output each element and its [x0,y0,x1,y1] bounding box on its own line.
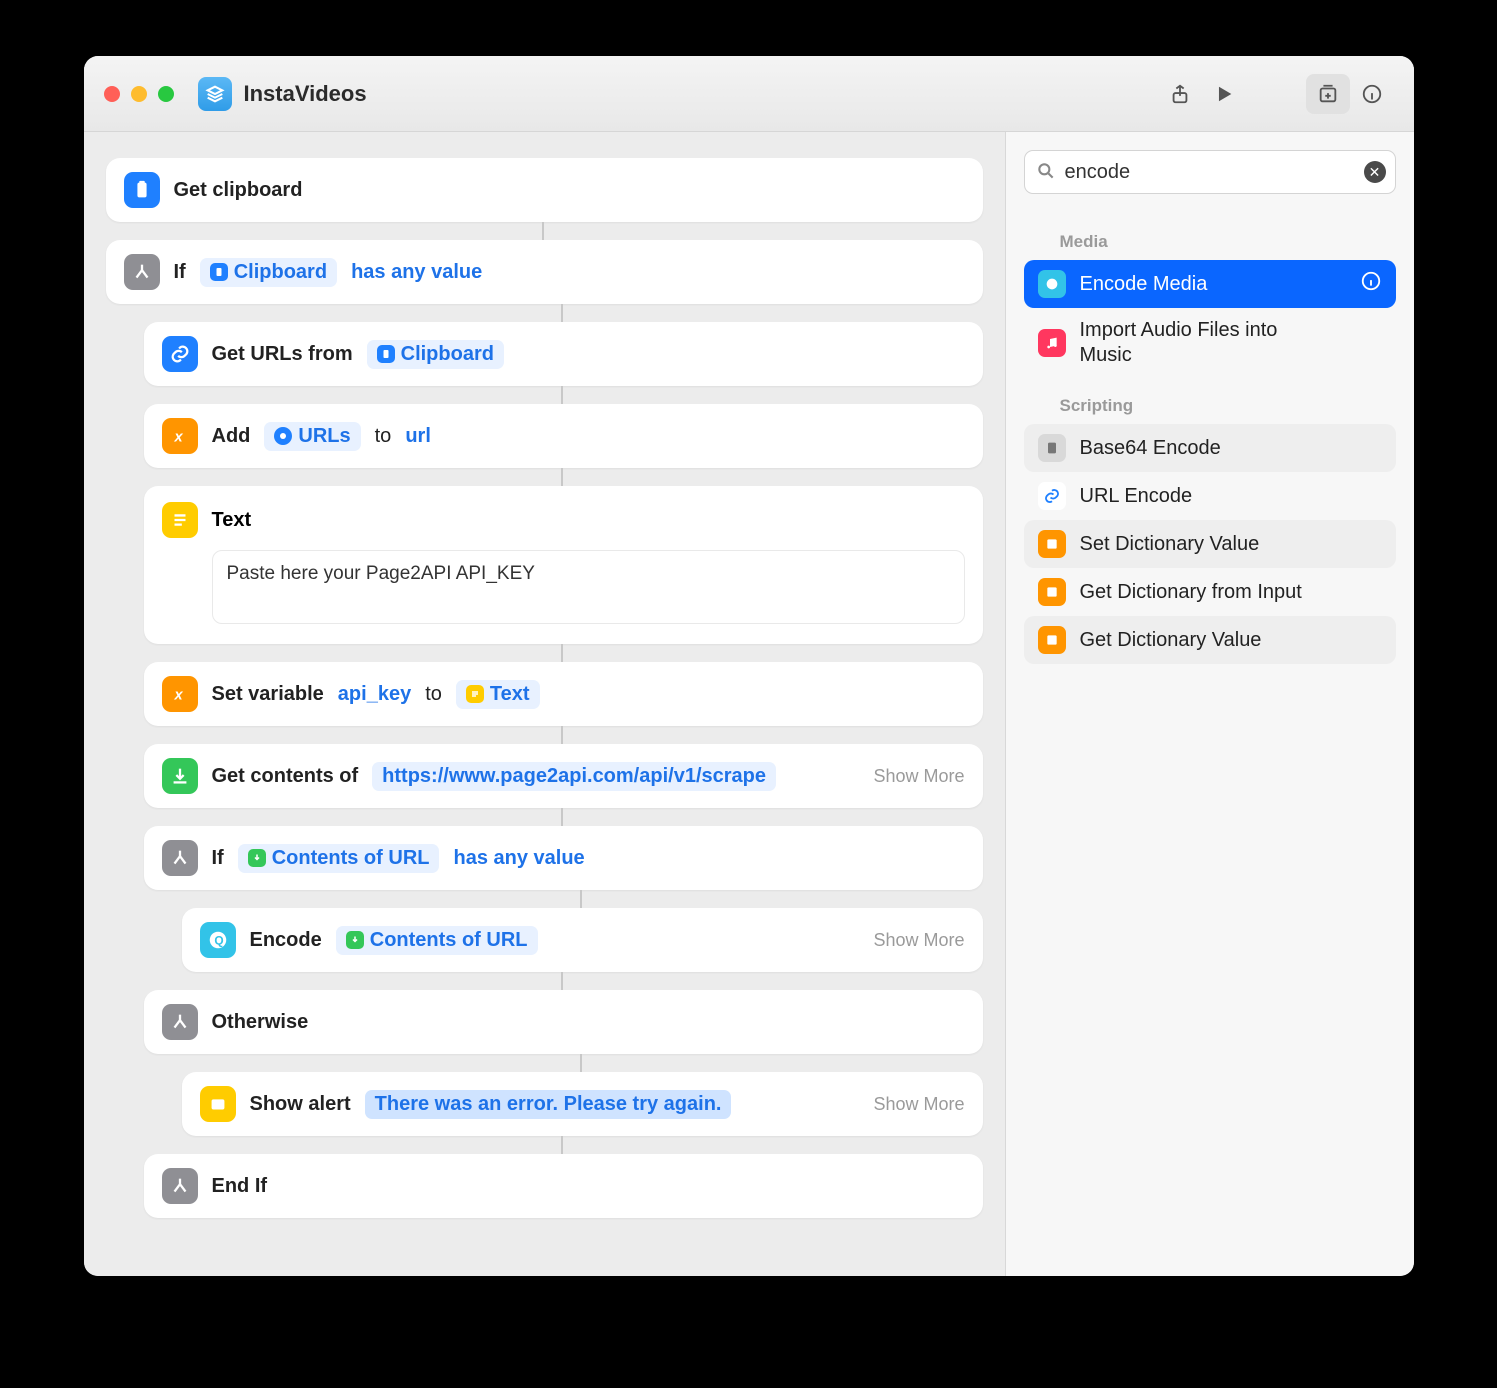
url-token[interactable]: https://www.page2api.com/api/v1/scrape [372,762,776,791]
action-show-alert[interactable]: Show alert There was an error. Please tr… [182,1072,983,1136]
token-clipboard[interactable]: Clipboard [200,258,337,287]
app-icon [198,77,232,111]
result-base64-encode[interactable]: Base64 Encode [1024,424,1396,472]
variable-icon: x [162,418,198,454]
action-label: Get URLs from [212,343,353,366]
action-label: Otherwise [212,1011,309,1034]
svg-text:Q: Q [214,934,223,948]
encode-icon: Q [200,922,236,958]
svg-text:x: x [173,430,183,446]
action-label: Encode [250,929,322,952]
condition[interactable]: has any value [351,261,482,284]
file-icon [1038,434,1066,462]
download-icon [162,758,198,794]
run-button[interactable] [1202,74,1246,114]
workflow-canvas[interactable]: Get clipboard If Clipboard has any value [84,132,1006,1276]
branch-icon [162,1168,198,1204]
variable-name[interactable]: api_key [338,683,411,706]
text-input[interactable]: Paste here your Page2API API_KEY [212,550,965,624]
dictionary-icon [1038,578,1066,606]
action-text[interactable]: Text Paste here your Page2API API_KEY [144,486,983,644]
dictionary-icon [1038,530,1066,558]
action-label: End If [212,1175,268,1198]
result-get-dict-value[interactable]: Get Dictionary Value [1024,616,1396,664]
section-media: Media [1060,232,1396,252]
action-encode[interactable]: Q Encode Contents of URL Show More [182,908,983,972]
action-set-variable[interactable]: x Set variable api_key to Text [144,662,983,726]
result-url-encode[interactable]: URL Encode [1024,472,1396,520]
token-contents-of-url[interactable]: Contents of URL [238,844,440,873]
music-icon [1038,329,1066,357]
app-window: InstaVideos Get clipboard [84,56,1414,1276]
variable-icon: x [162,676,198,712]
action-if-contents[interactable]: If Contents of URL has any value [144,826,983,890]
search-input[interactable] [1024,150,1396,194]
action-label: Add [212,425,251,448]
app-title: InstaVideos [244,81,367,107]
action-label: Get contents of [212,765,359,788]
branch-icon [124,254,160,290]
dictionary-icon [1038,626,1066,654]
alert-message[interactable]: There was an error. Please try again. [365,1090,732,1119]
action-label: Show alert [250,1093,351,1116]
action-label: Get clipboard [174,179,303,202]
share-button[interactable] [1158,74,1202,114]
media-icon [1038,270,1066,298]
traffic-lights [104,86,174,102]
variable-name[interactable]: url [405,425,431,448]
result-get-dict-input[interactable]: Get Dictionary from Input [1024,568,1396,616]
condition[interactable]: has any value [453,847,584,870]
search-wrap: ✕ [1024,150,1396,194]
zoom-button[interactable] [158,86,174,102]
action-label: Text [212,509,252,532]
link-icon [162,336,198,372]
search-icon [1036,161,1056,186]
token-clipboard[interactable]: Clipboard [367,340,504,369]
token-text[interactable]: Text [456,680,540,709]
titlebar: InstaVideos [84,56,1414,132]
result-import-audio[interactable]: Import Audio Files into Music [1024,308,1396,378]
library-button[interactable] [1306,74,1350,114]
minimize-button[interactable] [131,86,147,102]
clipboard-icon [124,172,160,208]
result-set-dict-value[interactable]: Set Dictionary Value [1024,520,1396,568]
action-library: ✕ Media Encode Media Import Audio Files … [1006,132,1414,1276]
action-if-clipboard[interactable]: If Clipboard has any value [106,240,983,304]
svg-text:x: x [173,688,183,704]
action-get-urls[interactable]: Get URLs from Clipboard [144,322,983,386]
result-encode-media[interactable]: Encode Media [1024,260,1396,308]
action-otherwise[interactable]: Otherwise [144,990,983,1054]
branch-icon [162,1004,198,1040]
action-get-contents[interactable]: Get contents of https://www.page2api.com… [144,744,983,808]
clear-search-button[interactable]: ✕ [1364,161,1386,183]
action-end-if[interactable]: End If [144,1154,983,1218]
if-keyword: If [212,847,224,870]
action-label: Set variable [212,683,324,706]
info-icon[interactable] [1360,270,1382,298]
show-more-button[interactable]: Show More [873,766,964,787]
alert-icon [200,1086,236,1122]
show-more-button[interactable]: Show More [873,930,964,951]
info-button[interactable] [1350,74,1394,114]
if-keyword: If [174,261,186,284]
action-get-clipboard[interactable]: Get clipboard [106,158,983,222]
token-urls[interactable]: URLs [264,422,360,451]
action-add-variable[interactable]: x Add URLs to url [144,404,983,468]
show-more-button[interactable]: Show More [873,1094,964,1115]
token-contents-of-url[interactable]: Contents of URL [336,926,538,955]
close-button[interactable] [104,86,120,102]
branch-icon [162,840,198,876]
text-icon [162,502,198,538]
section-scripting: Scripting [1060,396,1396,416]
link-icon [1038,482,1066,510]
